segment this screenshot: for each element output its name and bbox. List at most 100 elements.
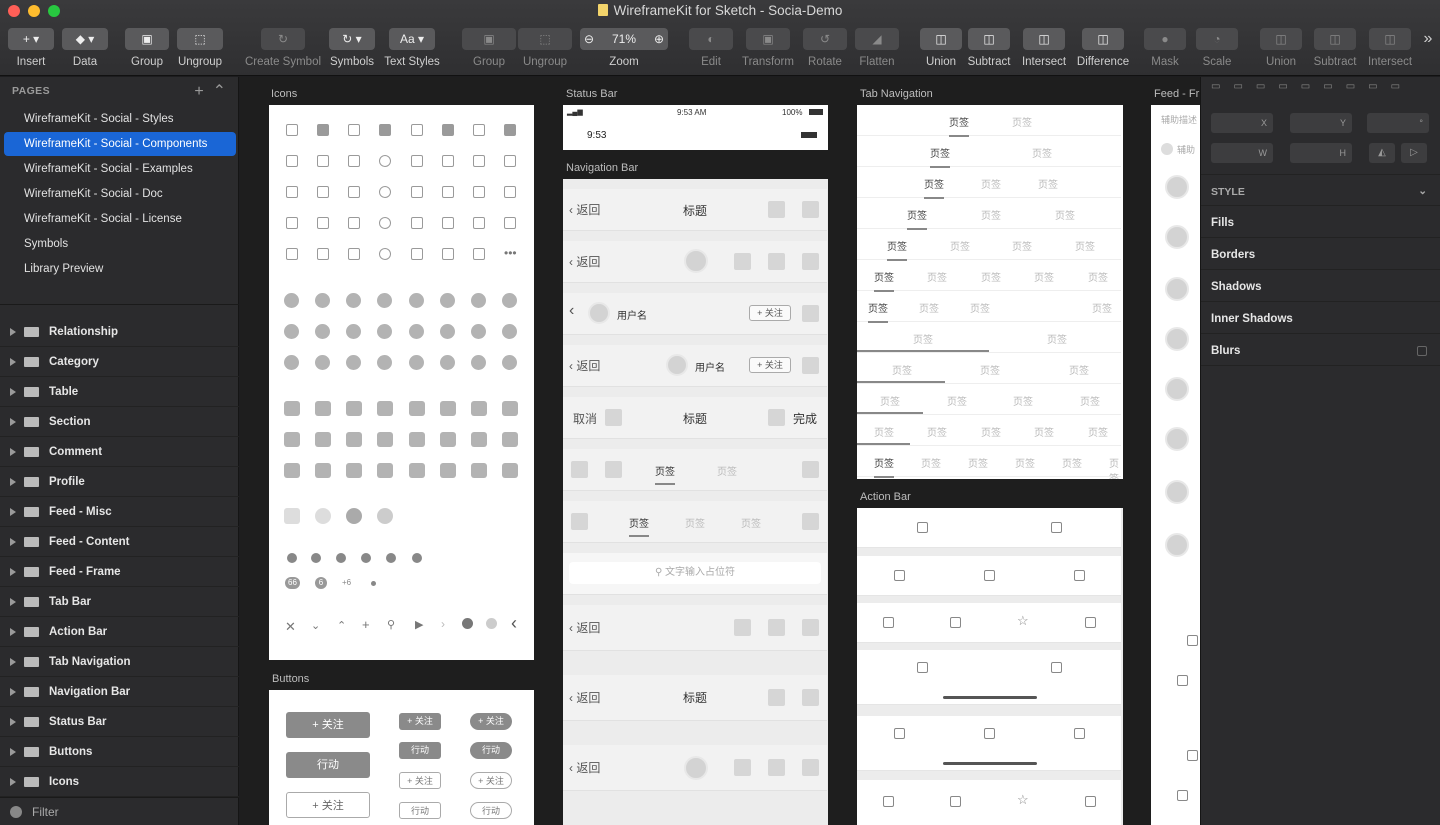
difference-tool[interactable]: ◫ Difference (1074, 28, 1132, 68)
pages-divider[interactable] (0, 304, 239, 305)
disclosure-icon[interactable] (10, 687, 16, 696)
back-button[interactable]: ‹ 返回 (569, 357, 600, 374)
layer-row[interactable]: Feed - Misc (0, 497, 239, 527)
more-toolbar-button[interactable]: » (1420, 30, 1436, 48)
tab[interactable]: 页签 (968, 455, 988, 470)
zoom-tool[interactable]: ⊖ 71% ⊕ Zoom (580, 28, 668, 68)
tab[interactable]: 页签 (1069, 362, 1089, 377)
tab[interactable]: 页签 (1080, 393, 1100, 408)
artboard-action-bar[interactable]: ☆ ☆ (857, 508, 1123, 825)
height-field[interactable]: H (1290, 143, 1352, 163)
tab[interactable]: 页签 (919, 300, 939, 315)
style-header[interactable]: STYLE ⌄ (1201, 174, 1440, 206)
tab[interactable]: 页签 (981, 207, 1001, 222)
nav-action-icon[interactable] (802, 357, 819, 374)
layer-row[interactable]: Category (0, 347, 239, 377)
layer-row[interactable]: Feed - Frame (0, 557, 239, 587)
layer-row[interactable]: Navigation Bar (0, 677, 239, 707)
intersect-tool[interactable]: ◫ Intersect (1018, 28, 1070, 68)
back-button[interactable]: ‹ 返回 (569, 201, 600, 218)
tab[interactable]: 页签 (927, 269, 947, 284)
add-page-icon[interactable]: + (194, 83, 203, 100)
disclosure-icon[interactable] (10, 657, 16, 666)
nav-action-icon[interactable] (802, 461, 819, 478)
nav-action-icon[interactable] (768, 201, 785, 218)
action-pill-outline-button[interactable]: 行动 (470, 802, 512, 819)
nav-action-icon[interactable] (571, 513, 588, 530)
action-pill-button[interactable]: 行动 (470, 742, 512, 759)
intersect-tool-2[interactable]: ◫ Intersect (1364, 28, 1416, 68)
comment-icon[interactable] (950, 796, 961, 807)
cancel-button[interactable]: 取消 (573, 410, 597, 427)
nav-action-icon[interactable] (768, 619, 785, 636)
back-button[interactable]: ‹ 返回 (569, 253, 600, 270)
artboard-title-buttons[interactable]: Buttons (272, 673, 309, 685)
disclosure-icon[interactable] (10, 597, 16, 606)
layer-row[interactable]: Relationship (0, 317, 239, 347)
follow-pill-outline-button[interactable]: + 关注 (470, 772, 512, 789)
tab-active[interactable]: 页签 (913, 331, 933, 346)
like-icon[interactable] (1187, 635, 1198, 646)
union-tool-2[interactable]: ◫ Union (1260, 28, 1302, 68)
tab-active[interactable]: 页签 (655, 463, 675, 485)
zoom-out-icon[interactable]: ⊖ (584, 32, 594, 46)
tab[interactable]: 页签 (1013, 393, 1033, 408)
nav-action-icon[interactable] (605, 461, 622, 478)
page-item-selected[interactable]: WireframeKit - Social - Components (4, 132, 236, 156)
zoom-in-icon[interactable]: ⊕ (654, 32, 664, 46)
tab[interactable]: 页签 (1055, 207, 1075, 222)
blurs-section[interactable]: Blurs (1201, 334, 1440, 366)
tab[interactable]: 页签 (1088, 269, 1108, 284)
action-small-button[interactable]: 行动 (399, 742, 441, 759)
comment-icon[interactable] (1051, 522, 1062, 533)
star-icon[interactable]: ☆ (1017, 613, 1029, 629)
disclosure-icon[interactable] (10, 507, 16, 516)
tab-active[interactable]: 页签 (874, 455, 894, 478)
back-button[interactable]: ‹ 返回 (569, 759, 600, 776)
symbols-tool[interactable]: ↻ ▾ Symbols (329, 28, 375, 68)
disclosure-icon[interactable] (10, 717, 16, 726)
subtract-tool-2[interactable]: ◫ Subtract (1310, 28, 1360, 68)
tab[interactable]: 页签 (741, 515, 761, 530)
back-button[interactable]: ‹ 返回 (569, 689, 600, 706)
width-field[interactable]: W (1211, 143, 1273, 163)
artboard-title-action-bar[interactable]: Action Bar (860, 491, 911, 503)
layer-row[interactable]: Section (0, 407, 239, 437)
disclosure-icon[interactable] (10, 447, 16, 456)
disclosure-icon[interactable] (10, 327, 16, 336)
disclosure-icon[interactable] (10, 567, 16, 576)
layer-row[interactable]: Tab Navigation (0, 647, 239, 677)
like-icon[interactable] (917, 662, 928, 673)
back-button[interactable]: ‹ 返回 (569, 619, 600, 636)
like-icon[interactable] (917, 522, 928, 533)
tab[interactable]: 页签 (927, 424, 947, 439)
comment-icon[interactable] (950, 617, 961, 628)
subtract-tool[interactable]: ◫ Subtract (965, 28, 1013, 68)
artboard-title-navigation-bar[interactable]: Navigation Bar (566, 162, 638, 174)
tab[interactable]: 页签 (981, 424, 1001, 439)
search-input[interactable]: ⚲ 文字输入占位符 (569, 562, 821, 584)
ungroup-tool[interactable]: ⬚ Ungroup (177, 28, 223, 68)
tab-active[interactable]: 页签 (874, 269, 894, 292)
tab[interactable]: 页签 (1034, 424, 1054, 439)
page-item[interactable]: WireframeKit - Social - Examples (4, 157, 236, 181)
follow-small-button[interactable]: + 关注 (399, 713, 441, 730)
tab[interactable]: 页签 (980, 362, 1000, 377)
nav-action-icon[interactable] (605, 409, 622, 426)
action-button[interactable]: 行动 (286, 752, 370, 778)
tab-active[interactable]: 页签 (880, 393, 900, 408)
rotation-field[interactable]: ° (1367, 113, 1429, 133)
flatten-tool[interactable]: ◢ Flatten (855, 28, 899, 68)
nav-action-icon[interactable] (768, 409, 785, 426)
follow-button[interactable]: + 关注 (286, 712, 370, 738)
disclosure-icon[interactable] (10, 747, 16, 756)
artboard-status-bar[interactable]: ▂▄▆ 9:53 AM 100% 9:53 (563, 105, 828, 150)
share-icon[interactable] (1085, 617, 1096, 628)
tab[interactable]: 页签 (1047, 331, 1067, 346)
like-icon[interactable] (894, 728, 905, 739)
edit-tool[interactable]: ◐ Edit (689, 28, 733, 68)
nav-action-icon[interactable] (802, 619, 819, 636)
follow-small-outline-button[interactable]: + 关注 (399, 772, 441, 789)
layer-row[interactable]: Comment (0, 437, 239, 467)
artboard-tab-navigation[interactable]: 页签 页签 页签 页签 页签 页签 页签 页签 页签 页签 页签 页签 页签 页签 页签 页签 页签 页签 页签 页签… (857, 105, 1123, 479)
